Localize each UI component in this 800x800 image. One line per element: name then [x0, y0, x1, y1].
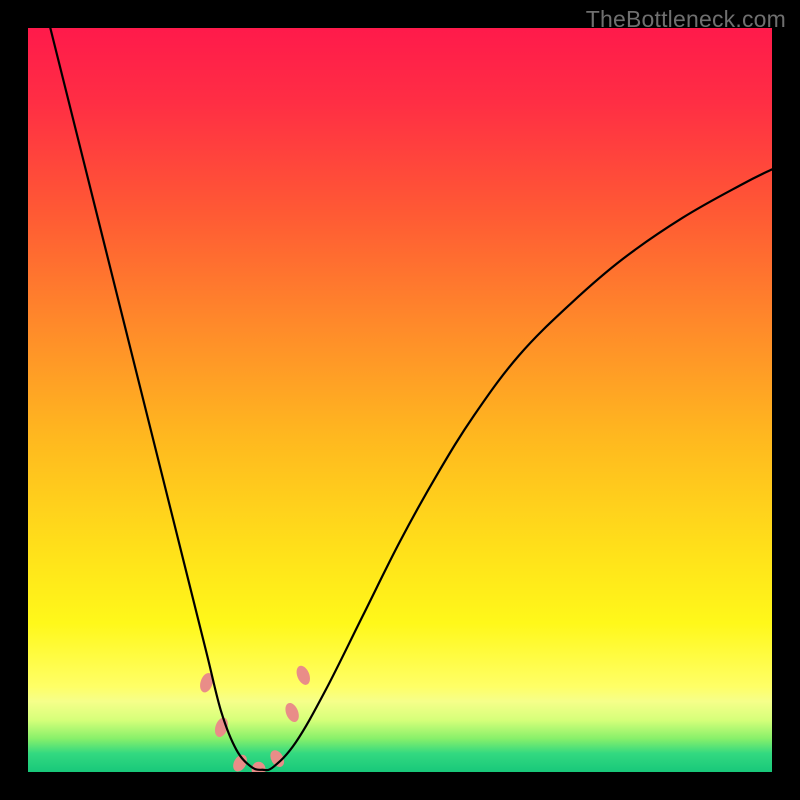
outer-frame: TheBottleneck.com [0, 0, 800, 800]
plot-area [28, 28, 772, 772]
gradient-background [28, 28, 772, 772]
chart-svg [28, 28, 772, 772]
